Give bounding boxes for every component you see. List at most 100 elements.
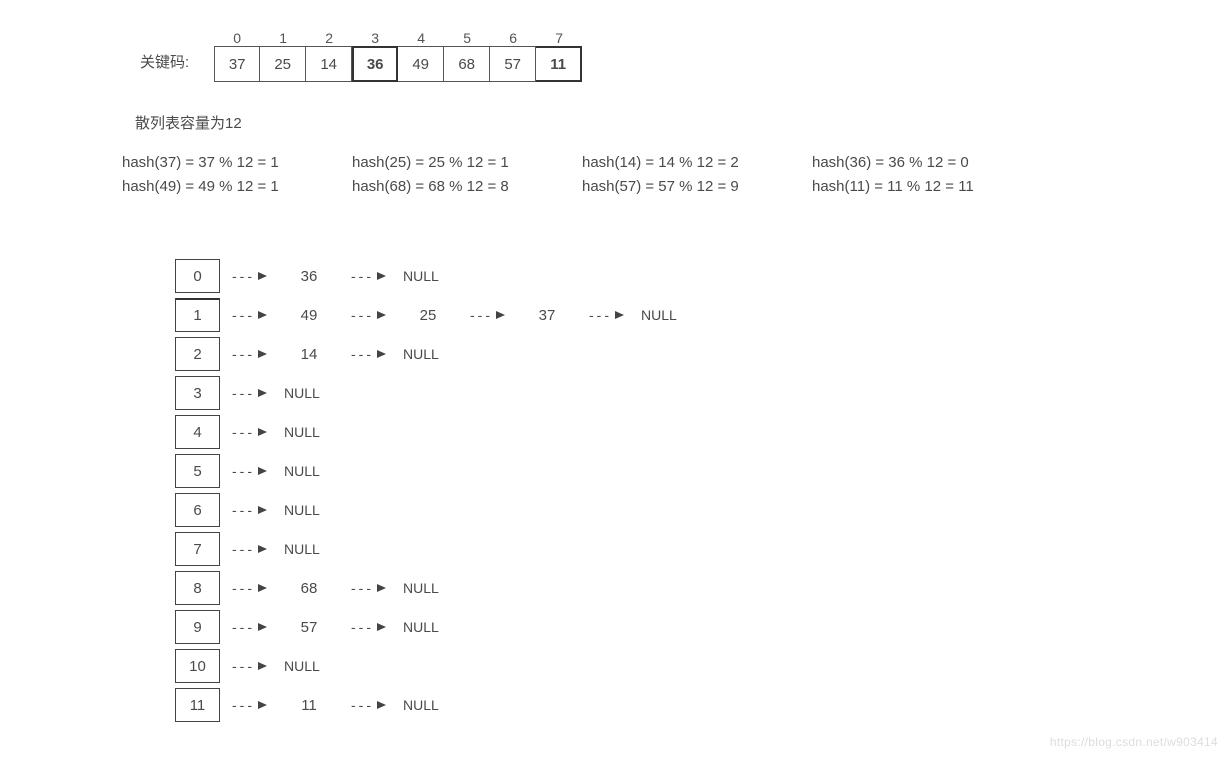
hash-expression: hash(36) = 36 % 12 = 0 [812, 151, 1042, 175]
bucket-index: 5 [175, 454, 220, 488]
key-index: 0 [214, 30, 260, 46]
arrow-icon: --- [470, 307, 505, 323]
bucket-row: 3---NULL [175, 376, 1180, 410]
value-node: 11 [279, 697, 339, 714]
bucket-index: 11 [175, 688, 220, 722]
key-cell: 25 [260, 46, 306, 82]
arrow-icon: --- [232, 463, 267, 479]
key-cell: 49 [398, 46, 444, 82]
arrow-icon: --- [232, 385, 267, 401]
null-node: NULL [398, 268, 458, 284]
arrow-icon: --- [232, 697, 267, 713]
key-index: 4 [398, 30, 444, 46]
key-cell: 36 [352, 46, 398, 82]
bucket-chain: --- NULL [220, 541, 339, 557]
hash-expression: hash(14) = 14 % 12 = 2 [582, 151, 812, 175]
watermark: https://blog.csdn.net/w903414 [1050, 735, 1218, 749]
bucket-index: 2 [175, 337, 220, 371]
bucket-index: 6 [175, 493, 220, 527]
null-node: NULL [398, 619, 458, 635]
arrow-icon: --- [232, 307, 267, 323]
hash-expression: hash(49) = 49 % 12 = 1 [122, 175, 352, 199]
value-node: 37 [517, 307, 577, 324]
bucket-index: 8 [175, 571, 220, 605]
bucket-index: 7 [175, 532, 220, 566]
null-node: NULL [398, 346, 458, 362]
bucket-row: 6 --- NULL [175, 493, 1180, 527]
arrow-icon: --- [232, 619, 267, 635]
bucket-index: 1 [175, 298, 220, 332]
arrow-icon: --- [351, 307, 386, 323]
bucket-chain: --- NULL [220, 424, 339, 440]
key-code-label: 关键码: [140, 51, 189, 82]
bucket-chain: ---14---NULL [220, 346, 458, 363]
arrow-icon: --- [232, 580, 267, 596]
key-cell: 14 [306, 46, 352, 82]
bucket-row: 1---49---25---37---NULL [175, 298, 1180, 332]
bucket-chain: ---49---25---37---NULL [220, 307, 696, 324]
arrow-icon: --- [232, 541, 267, 557]
bucket-chain: --- NULL [220, 385, 339, 401]
arrow-icon: --- [232, 502, 267, 518]
capacity-label: 散列表容量为12 [135, 112, 1180, 133]
bucket-index: 9 [175, 610, 220, 644]
bucket-row: 11 --- 11 --- NULL [175, 688, 1180, 722]
hash-calculations: hash(37) = 37 % 12 = 1hash(25) = 25 % 12… [122, 151, 1180, 199]
bucket-index: 0 [175, 259, 220, 293]
key-array: 01234567 3725143649685711 [214, 30, 582, 82]
arrow-icon: --- [351, 580, 386, 596]
bucket-row: 4 --- NULL [175, 415, 1180, 449]
hash-expression: hash(25) = 25 % 12 = 1 [352, 151, 582, 175]
key-index: 5 [444, 30, 490, 46]
hash-expression: hash(11) = 11 % 12 = 11 [812, 175, 1042, 199]
key-index: 2 [306, 30, 352, 46]
key-index: 7 [536, 30, 582, 46]
arrow-icon: --- [351, 346, 386, 362]
value-node: 36 [279, 268, 339, 285]
key-code-row: 关键码: 01234567 3725143649685711 [140, 30, 1180, 82]
bucket-row: 7 --- NULL [175, 532, 1180, 566]
arrow-icon: --- [351, 619, 386, 635]
bucket-row: 8 --- 68 --- NULL [175, 571, 1180, 605]
null-node: NULL [279, 541, 339, 557]
arrow-icon: --- [351, 697, 386, 713]
null-node: NULL [279, 424, 339, 440]
key-index: 6 [490, 30, 536, 46]
null-node: NULL [279, 463, 339, 479]
hash-expression: hash(37) = 37 % 12 = 1 [122, 151, 352, 175]
bucket-chain: --- NULL [220, 502, 339, 518]
key-index: 1 [260, 30, 306, 46]
value-node: 25 [398, 307, 458, 324]
bucket-index: 4 [175, 415, 220, 449]
null-node: NULL [279, 385, 339, 401]
bucket-chain: --- 36 --- NULL [220, 268, 458, 285]
bucket-row: 10 --- NULL [175, 649, 1180, 683]
bucket-chain: --- 11 --- NULL [220, 697, 458, 714]
arrow-icon: --- [232, 658, 267, 674]
hash-table-buckets: 0---36---NULL1---49---25---37---NULL2---… [175, 259, 1180, 722]
arrow-icon: --- [589, 307, 624, 323]
hash-row: hash(37) = 37 % 12 = 1hash(25) = 25 % 12… [122, 151, 1180, 175]
bucket-chain: --- 68 --- NULL [220, 580, 458, 597]
hash-expression: hash(68) = 68 % 12 = 8 [352, 175, 582, 199]
null-node: NULL [398, 580, 458, 596]
bucket-row: 0 --- 36 --- NULL [175, 259, 1180, 293]
key-cell: 37 [214, 46, 260, 82]
bucket-chain: --- NULL [220, 658, 339, 674]
key-cell: 11 [536, 46, 582, 82]
arrow-icon: --- [232, 424, 267, 440]
value-node: 49 [279, 307, 339, 324]
arrow-icon: --- [351, 268, 386, 284]
key-cell: 57 [490, 46, 536, 82]
null-node: NULL [279, 502, 339, 518]
value-node: 14 [279, 346, 339, 363]
arrow-icon: --- [232, 268, 267, 284]
value-node: 68 [279, 580, 339, 597]
null-node: NULL [279, 658, 339, 674]
bucket-index: 10 [175, 649, 220, 683]
bucket-chain: ---57---NULL [220, 619, 458, 636]
null-node: NULL [398, 697, 458, 713]
key-indices: 01234567 [214, 30, 582, 46]
bucket-row: 9---57---NULL [175, 610, 1180, 644]
hash-expression: hash(57) = 57 % 12 = 9 [582, 175, 812, 199]
